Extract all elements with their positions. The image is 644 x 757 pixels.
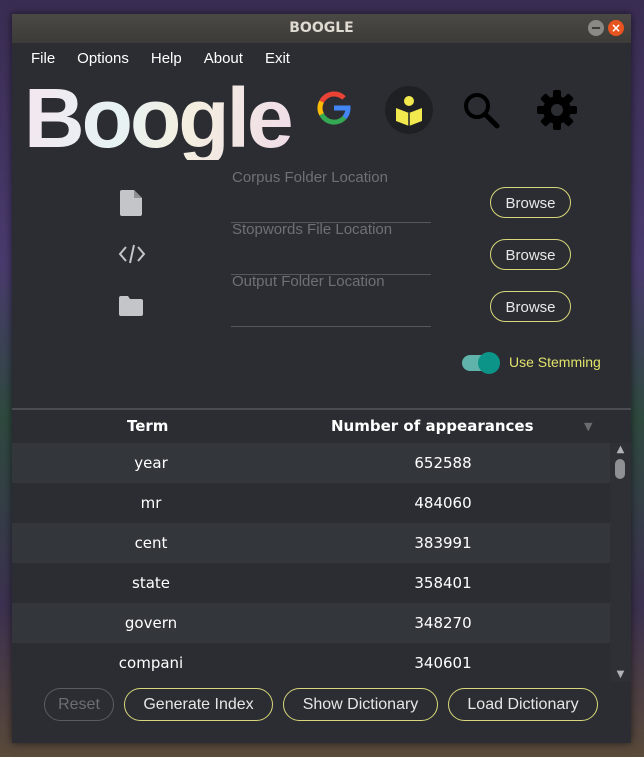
column-header-appearances[interactable]: Number of appearances — [331, 410, 534, 443]
table-body: year 652588 mr 484060 cent 383991 state … — [12, 443, 610, 683]
term-cell: mr — [140, 494, 162, 512]
table-row[interactable]: year 652588 — [12, 443, 610, 483]
term-cell: compani — [118, 654, 184, 672]
count-cell: 484060 — [414, 494, 472, 512]
browse-stopwords-button[interactable]: Browse — [490, 239, 571, 270]
close-button[interactable]: × — [608, 20, 624, 36]
dictionary-table: Term Number of appearances ▼ year 652588… — [12, 410, 631, 683]
column-header-term[interactable]: Term — [127, 410, 168, 443]
menu-options[interactable]: Options — [66, 50, 140, 67]
stemming-toggle[interactable] — [478, 352, 500, 374]
count-cell: 340601 — [414, 654, 472, 672]
count-cell: 348270 — [414, 614, 472, 632]
table-scrollbar[interactable]: ▲ ▼ — [610, 443, 631, 682]
menu-bar: File Options Help About Exit — [12, 43, 631, 73]
load-dictionary-button[interactable]: Load Dictionary — [448, 688, 598, 721]
app-window: BOOGLE × File Options Help About Exit Bo… — [12, 14, 631, 743]
count-cell: 652588 — [414, 454, 472, 472]
code-icon — [118, 244, 146, 264]
term-cell: govern — [124, 614, 178, 632]
output-folder-underline — [231, 326, 431, 327]
browse-corpus-button[interactable]: Browse — [490, 187, 571, 218]
minimize-button[interactable] — [588, 20, 604, 36]
output-folder-input[interactable]: Output Folder Location — [232, 273, 385, 290]
table-row[interactable]: state 358401 — [12, 563, 610, 603]
sort-arrow-icon[interactable]: ▼ — [584, 410, 592, 443]
stopwords-file-input[interactable]: Stopwords File Location — [232, 221, 392, 238]
table-row[interactable]: mr 484060 — [12, 483, 610, 523]
google-icon[interactable] — [316, 90, 352, 126]
scroll-down-icon[interactable]: ▼ — [610, 668, 631, 682]
show-dictionary-button[interactable]: Show Dictionary — [283, 688, 438, 721]
browse-output-button[interactable]: Browse — [490, 291, 571, 322]
title-bar: BOOGLE × — [12, 14, 631, 43]
table-row[interactable]: govern 348270 — [12, 603, 610, 643]
menu-exit[interactable]: Exit — [254, 50, 301, 67]
menu-help[interactable]: Help — [140, 50, 193, 67]
table-header: Term Number of appearances ▼ — [12, 410, 631, 443]
search-icon[interactable] — [461, 90, 501, 130]
count-cell: 383991 — [414, 534, 472, 552]
reset-button[interactable]: Reset — [44, 688, 114, 721]
window-title: BOOGLE — [289, 20, 354, 36]
folder-icon — [119, 296, 143, 316]
dictionary-reader-icon[interactable] — [385, 86, 433, 134]
corpus-folder-input[interactable]: Corpus Folder Location — [232, 169, 388, 186]
table-row[interactable]: cent 383991 — [12, 523, 610, 563]
document-icon — [120, 190, 142, 216]
generate-index-button[interactable]: Generate Index — [124, 688, 273, 721]
scroll-up-icon[interactable]: ▲ — [610, 443, 631, 457]
settings-gear-icon[interactable] — [535, 88, 579, 132]
stemming-label: Use Stemming — [509, 354, 601, 370]
menu-file[interactable]: File — [20, 50, 66, 67]
table-row[interactable]: compani 340601 — [12, 643, 610, 683]
term-cell: year — [134, 454, 168, 472]
menu-about[interactable]: About — [193, 50, 254, 67]
count-cell: 358401 — [414, 574, 472, 592]
term-cell: cent — [134, 534, 168, 552]
scrollbar-thumb[interactable] — [615, 459, 625, 479]
bottom-button-bar: Reset Generate Index Show Dictionary Loa… — [12, 682, 631, 743]
boogle-logo: Boogle — [24, 71, 294, 165]
term-cell: state — [132, 574, 170, 592]
